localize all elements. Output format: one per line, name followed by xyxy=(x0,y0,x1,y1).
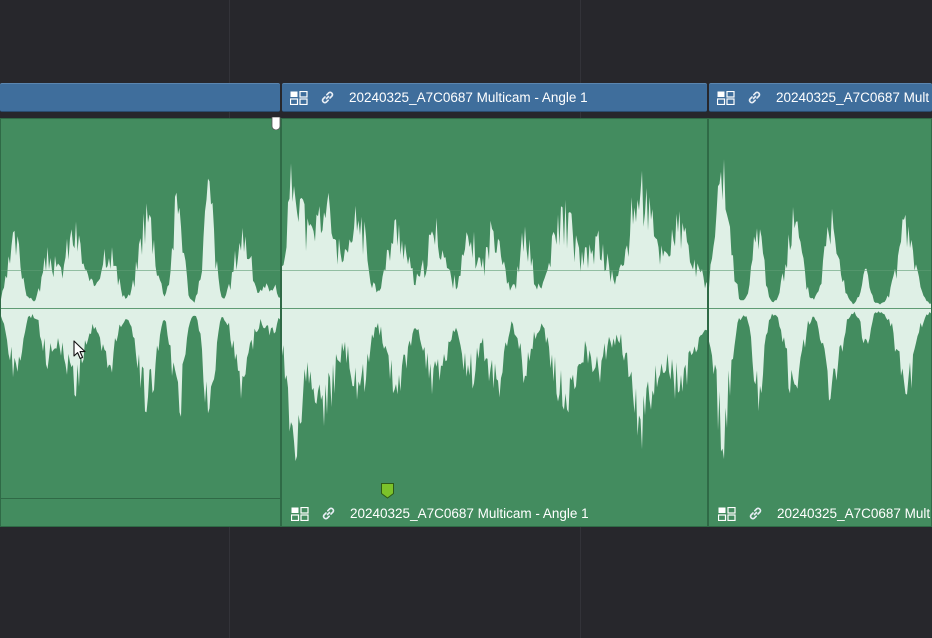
video-clip-2-label: 20240325_A7C0687 Multicam - Angle 1 xyxy=(290,84,588,111)
audio-clip-2-title: 20240325_A7C0687 Multicam - Angle 1 xyxy=(350,506,589,521)
waveform-shape xyxy=(282,163,707,462)
audio-waveform xyxy=(282,163,707,462)
video-clip-3-label: 20240325_A7C0687 Mult xyxy=(717,84,930,111)
fade-handle[interactable] xyxy=(271,117,281,130)
audio-clip-2[interactable]: 20240325_A7C0687 Multicam - Angle 1 xyxy=(281,118,708,527)
waveform-level-line xyxy=(282,270,707,271)
audio-clip-3-title: 20240325_A7C0687 Mult xyxy=(777,506,931,521)
multicam-icon xyxy=(718,506,736,521)
multicam-icon xyxy=(717,90,735,105)
multicam-icon xyxy=(290,90,308,105)
audio-clip-2-label: 20240325_A7C0687 Multicam - Angle 1 xyxy=(291,499,589,526)
audio-waveform xyxy=(709,159,931,460)
multicam-icon xyxy=(291,506,309,521)
waveform-level-line xyxy=(709,270,931,271)
link-icon xyxy=(747,90,762,105)
video-clip-2-title: 20240325_A7C0687 Multicam - Angle 1 xyxy=(349,90,588,105)
audio-waveform xyxy=(1,178,280,417)
video-clip-3[interactable]: 20240325_A7C0687 Mult xyxy=(709,83,932,112)
mouse-cursor-icon xyxy=(73,340,86,360)
audio-clip-3[interactable]: 20240325_A7C0687 Mult xyxy=(708,118,932,527)
video-clip-2[interactable]: 20240325_A7C0687 Multicam - Angle 1 xyxy=(282,83,707,112)
link-icon xyxy=(321,506,336,521)
audio-clip-1[interactable] xyxy=(0,118,281,527)
waveform-center-line xyxy=(282,308,707,309)
waveform-center-line xyxy=(709,308,931,309)
link-icon xyxy=(320,90,335,105)
video-clip-1[interactable] xyxy=(0,83,280,112)
audio-clip-3-label: 20240325_A7C0687 Mult xyxy=(718,499,931,526)
waveform-level-line xyxy=(1,270,280,271)
link-icon xyxy=(748,506,763,521)
waveform-center-line xyxy=(1,308,280,309)
video-clip-3-title: 20240325_A7C0687 Mult xyxy=(776,90,930,105)
waveform-shape xyxy=(1,178,280,417)
clip-name-divider xyxy=(1,498,280,499)
timeline-marker[interactable] xyxy=(380,482,395,499)
waveform-shape xyxy=(709,159,931,460)
